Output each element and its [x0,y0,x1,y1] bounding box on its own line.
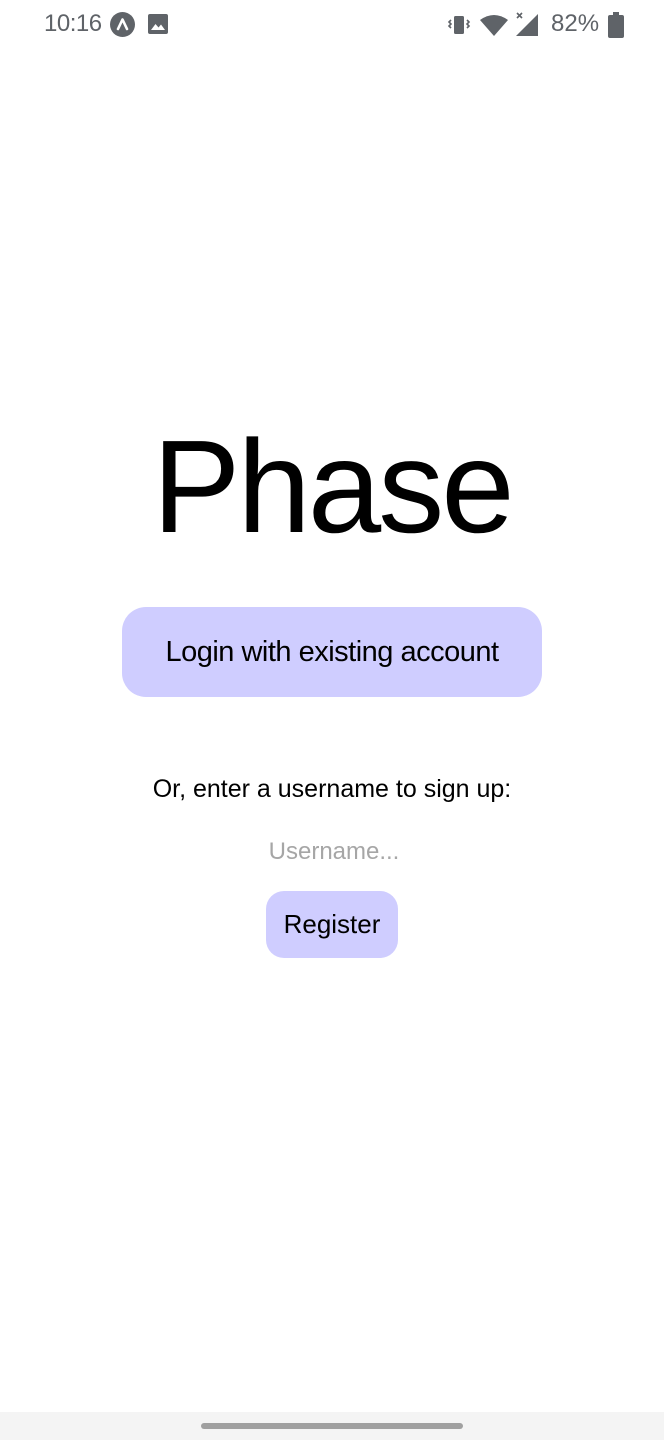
vibrate-icon [447,13,471,37]
battery-percent: 82% [551,10,600,37]
app-title: Phase [152,413,514,560]
image-icon [148,14,168,34]
status-bar: 10:16 82% [0,0,664,52]
status-time: 10:16 [44,10,102,37]
gesture-handle[interactable] [201,1423,463,1429]
battery-icon [608,12,624,38]
app-screen: 10:16 82% Phase Login with existing acco… [0,0,664,1440]
login-existing-account-button[interactable]: Login with existing account [122,607,542,697]
wifi-icon [480,14,508,36]
signal-icon [513,10,541,38]
app-notification-icon [110,12,135,37]
signup-prompt: Or, enter a username to sign up: [152,775,512,803]
navigation-bar [0,1412,664,1440]
register-button[interactable]: Register [266,891,398,958]
username-input[interactable] [182,832,486,872]
